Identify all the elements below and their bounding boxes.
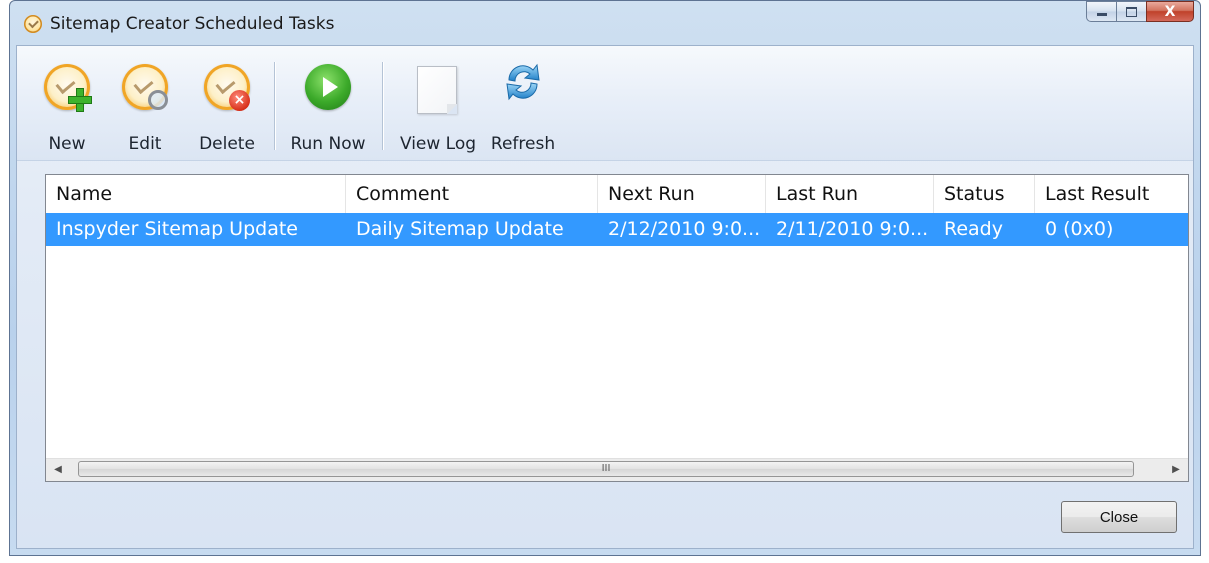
clock-add-icon <box>44 64 92 112</box>
maximize-icon <box>1126 6 1137 17</box>
task-list[interactable]: Name Comment Next Run Last Run Status La… <box>45 174 1189 482</box>
column-header-next-run[interactable]: Next Run <box>598 175 766 213</box>
edit-task-button[interactable]: Edit <box>117 52 173 158</box>
chevron-right-icon: ▶ <box>1172 464 1180 475</box>
scroll-right-button[interactable]: ▶ <box>1164 459 1188 480</box>
document-icon <box>417 66 457 114</box>
toolbar-separator <box>274 62 275 150</box>
view-log-label: View Log <box>399 134 477 154</box>
toolbar: New Edit × Delete Run Now View Log Refre… <box>17 46 1193 161</box>
play-icon <box>305 64 351 110</box>
horizontal-scrollbar[interactable]: ◀ III ▶ <box>46 458 1188 481</box>
column-header-name[interactable]: Name <box>46 175 346 213</box>
clock-delete-icon: × <box>204 64 250 111</box>
chevron-left-icon: ◀ <box>54 464 62 475</box>
toolbar-separator <box>382 62 383 150</box>
dialog-window: Sitemap Creator Scheduled Tasks X New Ed… <box>9 0 1201 556</box>
magnifier-icon <box>148 90 168 110</box>
window-title: Sitemap Creator Scheduled Tasks <box>50 14 335 34</box>
client-area: New Edit × Delete Run Now View Log Refre… <box>16 45 1194 549</box>
scrollbar-thumb[interactable]: III <box>78 461 1134 477</box>
window-close-button[interactable]: X <box>1146 1 1194 22</box>
clock-edit-icon <box>122 64 168 110</box>
minimize-icon <box>1096 13 1107 16</box>
grip-icon: III <box>601 463 611 474</box>
app-clock-icon[interactable] <box>24 15 42 33</box>
cell-status: Ready <box>944 218 1003 240</box>
column-header-last-result[interactable]: Last Result <box>1035 175 1188 213</box>
close-icon: X <box>1164 3 1176 20</box>
minimize-button[interactable] <box>1086 1 1116 22</box>
refresh-label: Refresh <box>490 134 556 154</box>
cell-comment: Daily Sitemap Update <box>356 218 564 240</box>
new-task-button[interactable]: New <box>39 52 95 158</box>
column-header-status[interactable]: Status <box>934 175 1035 213</box>
new-label: New <box>48 134 86 154</box>
scroll-left-button[interactable]: ◀ <box>46 459 70 480</box>
delete-label: Delete <box>199 134 255 154</box>
run-now-label: Run Now <box>290 134 366 154</box>
refresh-icon <box>506 63 540 101</box>
delete-x-icon: × <box>229 90 250 111</box>
column-header-comment[interactable]: Comment <box>346 175 598 213</box>
title-bar[interactable]: Sitemap Creator Scheduled Tasks X <box>10 1 1200 45</box>
view-log-button[interactable]: View Log <box>391 52 485 158</box>
run-now-button[interactable]: Run Now <box>283 52 373 158</box>
close-button[interactable]: Close <box>1061 501 1177 533</box>
caption-buttons: X <box>1086 1 1194 23</box>
maximize-button[interactable] <box>1116 1 1146 22</box>
table-row[interactable]: Inspyder Sitemap Update Daily Sitemap Up… <box>46 213 1188 246</box>
cell-last-run: 2/11/2010 9:0... <box>776 218 929 240</box>
plus-icon <box>68 88 92 112</box>
delete-task-button[interactable]: × Delete <box>189 52 265 158</box>
column-header-last-run[interactable]: Last Run <box>766 175 934 213</box>
cell-next-run: 2/12/2010 9:0... <box>608 218 761 240</box>
list-header: Name Comment Next Run Last Run Status La… <box>46 175 1188 213</box>
cell-name: Inspyder Sitemap Update <box>56 218 298 240</box>
refresh-button[interactable]: Refresh <box>487 52 559 158</box>
edit-label: Edit <box>128 134 162 154</box>
cell-last-result: 0 (0x0) <box>1045 218 1114 240</box>
